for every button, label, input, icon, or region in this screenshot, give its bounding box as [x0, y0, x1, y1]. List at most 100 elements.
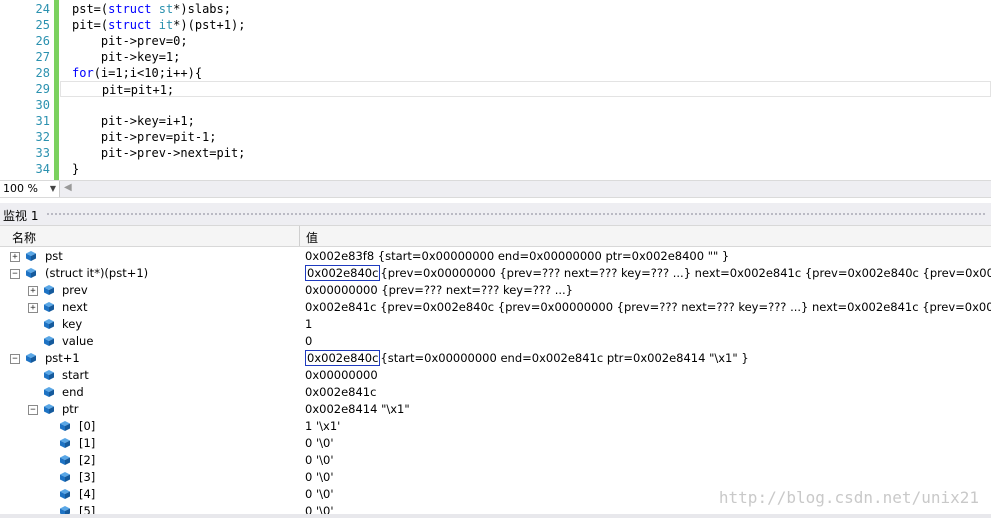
panel-drag-grip[interactable]	[46, 212, 987, 217]
watch-value[interactable]: 1 '\x1'	[305, 418, 340, 435]
code-line[interactable]: for(i=1;i<10;i++){	[60, 65, 991, 81]
code-line[interactable]: pit=pit+1;	[60, 81, 991, 97]
chevron-down-icon[interactable]: ▼	[50, 181, 56, 197]
code-line[interactable]: pit->key=1;	[60, 49, 991, 65]
code-token: pit->key=1;	[72, 50, 181, 64]
horizontal-scrollbar[interactable]	[0, 514, 991, 518]
code-line[interactable]: pst=(struct st*)slabs;	[60, 1, 991, 17]
code-line[interactable]: }	[60, 161, 991, 177]
watch-value[interactable]: 0x002e83f8 {start=0x00000000 end=0x00000…	[305, 248, 729, 265]
watch-row[interactable]: [3] 0 '\0'	[0, 469, 991, 486]
watch-value-text: 1	[305, 317, 313, 331]
field-cube-icon	[44, 370, 54, 380]
watch-row[interactable]: end 0x002e841c	[0, 384, 991, 401]
watch-value-text: 0x002e841c	[305, 385, 377, 399]
code-line[interactable]: pit->prev=0;	[60, 33, 991, 49]
keyword-token: struct	[108, 18, 152, 32]
field-cube-icon	[44, 336, 54, 346]
minus-box-icon[interactable]: −	[10, 354, 20, 364]
watch-value-text: 0	[305, 334, 313, 348]
code-token: (i=1;i<10;i++){	[93, 66, 203, 80]
watch-row[interactable]: value 0	[0, 333, 991, 350]
line-number: 30	[35, 98, 50, 112]
watch-value-text: {prev=0x00000000 {prev=??? next=??? key=…	[380, 266, 991, 280]
column-header-name[interactable]: 名称	[12, 229, 36, 246]
code-line[interactable]: pit->prev=pit-1;	[60, 129, 991, 145]
code-line[interactable]	[60, 97, 991, 113]
watch-value[interactable]: 0x002e8414 "\x1"	[305, 401, 410, 418]
field-cube-icon	[44, 404, 54, 414]
watch-value[interactable]: 0	[305, 333, 312, 350]
watch-row[interactable]: start 0x00000000	[0, 367, 991, 384]
code-area[interactable]: pst=(struct st*)slabs; pit=(struct it*)(p…	[60, 0, 991, 180]
watch-row[interactable]: + next 0x002e841c {prev=0x002e840c {prev=0…	[0, 299, 991, 316]
watch-value-text: 0x002e8414 "\x1"	[305, 402, 410, 416]
watch-value[interactable]: 1	[305, 316, 312, 333]
code-line[interactable]: pit=(struct it*)(pst+1);	[60, 17, 991, 33]
watch-name: (struct it*)(pst+1)	[45, 266, 149, 280]
watch-row[interactable]: [1] 0 '\0'	[0, 435, 991, 452]
field-cube-icon	[44, 319, 54, 329]
watch-rows: + pst 0x002e83f8 {start=0x00000000 end=0x0…	[0, 247, 991, 518]
watermark: http://blog.csdn.net/unix21	[718, 488, 979, 507]
field-cube-icon	[26, 353, 36, 363]
watch-value[interactable]: 0x002e841c {prev=0x002e840c {prev=0x0000…	[305, 299, 991, 316]
line-number: 28	[35, 66, 50, 80]
watch-row[interactable]: − (struct it*)(pst+1) 0x002e840c {prev=0x00…	[0, 265, 991, 282]
watch-name: pst+1	[45, 351, 80, 365]
field-cube-icon	[60, 472, 70, 482]
plus-box-icon[interactable]: +	[10, 252, 20, 262]
line-number-gutter: 24 25 26 27 28 29 30 31 32 33 34	[0, 0, 54, 180]
watch-row[interactable]: − pst+1 0x002e840c {start=0x00000000 end=0x…	[0, 350, 991, 367]
plus-box-icon[interactable]: +	[28, 303, 38, 313]
line-number: 27	[35, 50, 50, 64]
watch-name: [1]	[79, 436, 96, 450]
watch-value[interactable]: 0x002e840c {start=0x00000000 end=0x002e84…	[305, 350, 749, 367]
watch-value[interactable]: 0 '\0'	[305, 435, 334, 452]
watch-panel-title-bar: 监视 1	[0, 203, 991, 225]
watch-name: [0]	[79, 419, 96, 433]
watch-name: value	[62, 334, 94, 348]
line-number: 34	[35, 162, 50, 176]
watch-value[interactable]: 0 '\0'	[305, 486, 334, 503]
watch-value-text: 0x002e841c {prev=0x002e840c {prev=0x0000…	[305, 300, 991, 314]
watch-value[interactable]: 0 '\0'	[305, 452, 334, 469]
watch-value[interactable]: 0x002e840c {prev=0x00000000 {prev=??? nex…	[305, 265, 991, 282]
field-cube-icon	[44, 387, 54, 397]
watch-value[interactable]: 0x00000000	[305, 367, 378, 384]
watch-row[interactable]: [2] 0 '\0'	[0, 452, 991, 469]
watch-row[interactable]: − ptr 0x002e8414 "\x1"	[0, 401, 991, 418]
watch-row[interactable]: key 1	[0, 316, 991, 333]
code-line[interactable]: pit->key=i+1;	[60, 113, 991, 129]
minus-box-icon[interactable]: −	[10, 269, 20, 279]
watch-value[interactable]: 0x002e841c	[305, 384, 376, 401]
column-header-value[interactable]: 值	[306, 229, 318, 246]
watch-name: pst	[45, 249, 63, 263]
field-cube-icon	[60, 421, 70, 431]
watch-value-text: 0 '\0'	[305, 453, 334, 467]
scroll-left-icon[interactable]: ◀	[64, 182, 72, 193]
address-highlight: 0x002e840c	[305, 265, 381, 281]
watch-value-text: 0 '\0'	[305, 487, 334, 501]
watch-name: next	[62, 300, 88, 314]
zoom-dropdown[interactable]: 100 % ▼	[0, 181, 60, 197]
code-token: *)(pst+1);	[173, 18, 246, 32]
code-editor[interactable]: 24 25 26 27 28 29 30 31 32 33 34 pst=(struct st*)s…	[0, 0, 991, 180]
watch-row[interactable]: + pst 0x002e83f8 {start=0x00000000 end=0x0…	[0, 248, 991, 265]
code-line[interactable]: pit->prev->next=pit;	[60, 145, 991, 161]
watch-row[interactable]: + prev 0x00000000 {prev=??? next=??? key=?…	[0, 282, 991, 299]
watch-value[interactable]: 0x00000000 {prev=??? next=??? key=??? ..…	[305, 282, 573, 299]
column-resize-handle[interactable]	[299, 226, 300, 246]
line-number: 29	[35, 82, 50, 96]
watch-value-text: 0x002e83f8 {start=0x00000000 end=0x00000…	[305, 249, 730, 263]
watch-row[interactable]: [0] 1 '\x1'	[0, 418, 991, 435]
plus-box-icon[interactable]: +	[28, 286, 38, 296]
watch-name: end	[62, 385, 84, 399]
watch-panel-title: 监视 1	[3, 209, 39, 223]
type-token: st	[158, 2, 174, 16]
watch-value[interactable]: 0 '\0'	[305, 469, 334, 486]
minus-box-icon[interactable]: −	[28, 405, 38, 415]
watch-name: ptr	[62, 402, 79, 416]
